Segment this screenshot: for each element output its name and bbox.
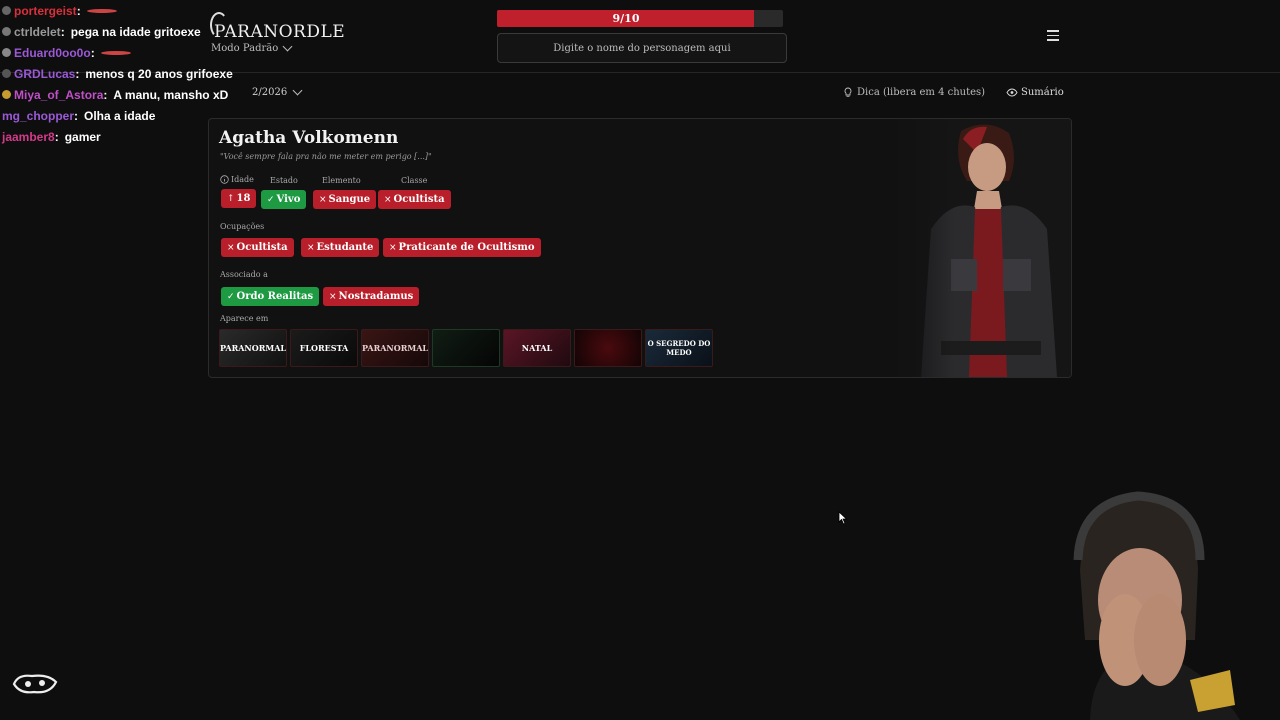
occupation-tag: × Estudante (301, 238, 380, 257)
user-badge-icon (2, 6, 11, 15)
appearance-thumbnail[interactable]: FLORESTA (290, 329, 358, 367)
chevron-down-icon (282, 41, 293, 52)
class-tag: × Ocultista (378, 190, 451, 209)
chevron-down-icon (292, 85, 303, 96)
character-name: Agatha Volkomenn (219, 128, 399, 148)
user-badge-icon (2, 90, 11, 99)
info-icon[interactable] (220, 175, 229, 184)
state-tag: ✓ Vivo (261, 190, 307, 209)
age-tag: ↑ 18 (221, 189, 257, 208)
stream-chat: portergeist: ctrldelet: pega na idade gri… (2, 0, 233, 147)
hint-label: Dica (libera em 4 chutes) (857, 87, 986, 98)
emote-icon (86, 8, 117, 13)
date-selector[interactable]: 2/2026 (252, 85, 303, 98)
user-badge-icon (2, 27, 11, 36)
user-badge-icon (2, 48, 11, 57)
lightbulb-icon (844, 87, 852, 97)
character-search-input[interactable] (497, 33, 787, 63)
chat-message: portergeist: (2, 0, 233, 21)
state-label: Estado (270, 176, 298, 185)
age-label: Idade (220, 175, 254, 184)
hint-button[interactable]: Dica (libera em 4 chutes) (843, 87, 985, 98)
mouse-cursor-icon (838, 511, 848, 525)
site-logo[interactable]: PARANORDLE (210, 12, 345, 42)
element-tag: × Sangue (313, 190, 377, 209)
occupations-label: Ocupações (220, 222, 265, 231)
character-guess-card: Agatha Volkomenn "Você sempre fala pra n… (208, 118, 1072, 378)
character-portrait (891, 119, 1071, 377)
chat-message: Eduard0oo0o: (2, 42, 233, 63)
occupation-tag: × Ocultista (221, 238, 294, 257)
emote-icon (100, 50, 131, 55)
appearance-thumbnail[interactable]: O SEGREDO DO MEDO (645, 329, 713, 367)
webcam-feed (1073, 491, 1240, 720)
appearance-thumbnail[interactable]: PARANORMAL (361, 329, 429, 367)
user-badge-icon (2, 69, 11, 78)
appears-label: Aparece em (220, 314, 269, 323)
chat-message: ctrldelet: pega na idade gritoexe (2, 21, 233, 42)
menu-icon[interactable] (1047, 30, 1059, 41)
appearance-thumbnail[interactable]: PARANORMAL (219, 329, 287, 367)
associated-label: Associado a (220, 270, 268, 279)
chat-message: mg_chopper: Olha a idade (2, 108, 156, 123)
element-label: Elemento (322, 176, 361, 185)
appearance-thumbnail[interactable]: NATAL (503, 329, 571, 367)
associated-tag: ✓ Ordo Realitas (221, 287, 320, 306)
date-label: 2/2026 (252, 87, 288, 98)
class-label: Classe (401, 176, 428, 185)
chat-message: jaamber8: gamer (2, 129, 101, 144)
associated-tag: × Nostradamus (323, 287, 420, 306)
mascot-logo-icon (12, 674, 58, 694)
appearance-thumbnail[interactable] (432, 329, 500, 367)
attempts-progress-bar: 9/10 (497, 10, 783, 27)
chat-message: GRDLucas: menos q 20 anos grifoexe (2, 63, 233, 84)
occupation-tag: × Praticante de Ocultismo (383, 238, 541, 257)
eye-icon (1006, 88, 1018, 97)
appearance-thumbnail[interactable] (574, 329, 642, 367)
appearances-list: PARANORMAL FLORESTA PARANORMAL NATAL O S… (219, 329, 713, 367)
summary-button[interactable]: Sumário (1006, 87, 1064, 98)
summary-label: Sumário (1021, 87, 1064, 98)
progress-text: 9/10 (612, 12, 640, 25)
character-quote: "Você sempre fala pra não me meter em pe… (220, 152, 432, 161)
chat-message: Miya_of_Astora: A manu, mansho xD (2, 84, 233, 105)
